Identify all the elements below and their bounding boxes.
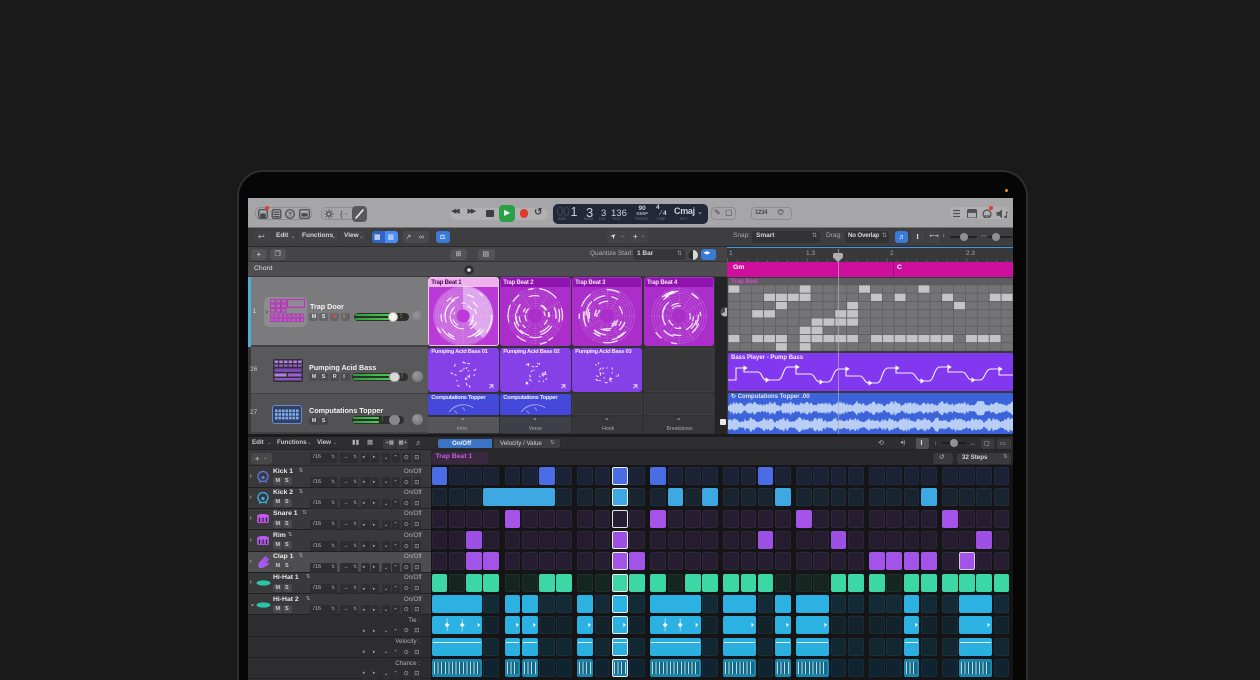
svg-text:{⋅⋅: {⋅⋅	[340, 210, 348, 219]
svg-text:?: ?	[288, 211, 292, 218]
